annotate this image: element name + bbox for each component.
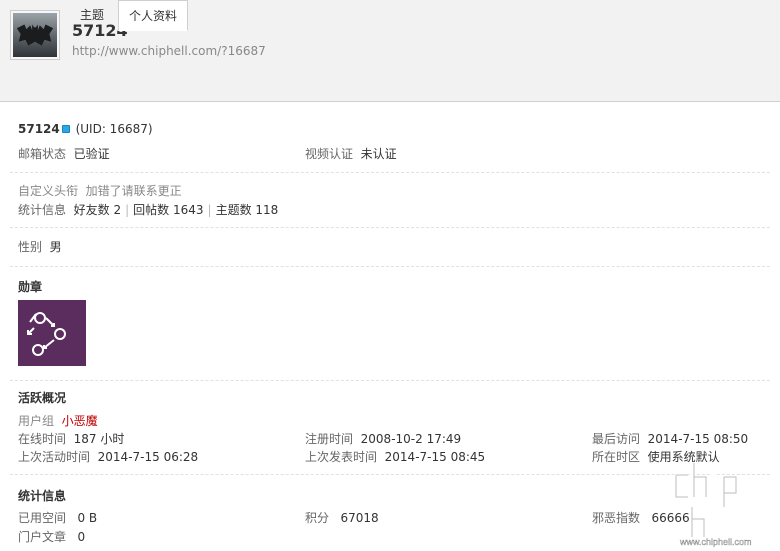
last-post-value: 2014-7-15 08:45 <box>384 450 486 464</box>
tab-topics[interactable]: 主题 <box>72 0 112 30</box>
space-url[interactable]: http://www.chiphell.com/?16687 <box>72 44 266 58</box>
used-space-label: 已用空间 <box>18 511 67 525</box>
register-time-row: 注册时间 2008-10-2 17:49 <box>305 430 461 447</box>
last-active-label: 上次活动时间 <box>18 450 91 464</box>
evil-index-label: 邪恶指数 <box>592 511 641 525</box>
profile-name-line: 57124 (UID: 16687) <box>18 122 153 136</box>
online-status-icon <box>61 125 70 133</box>
last-active-row: 上次活动时间 2014-7-15 06:28 <box>18 448 198 465</box>
last-visit-label: 最后访问 <box>592 432 641 446</box>
activity-heading: 活跃概况 <box>18 391 67 405</box>
divider <box>10 266 770 267</box>
profile-name: 57124 <box>18 122 60 136</box>
gender-row: 性别 男 <box>18 238 62 255</box>
portal-articles-row: 门户文章 0 <box>18 528 85 545</box>
points-value: 67018 <box>340 511 379 525</box>
tab-profile[interactable]: 个人资料 <box>118 0 188 31</box>
points-label: 积分 <box>305 511 330 525</box>
divider <box>10 474 770 475</box>
profile-uid: (UID: 16687) <box>75 122 153 136</box>
usergroup-label: 用户组 <box>18 414 55 428</box>
register-time-label: 注册时间 <box>305 432 354 446</box>
used-space-value: 0 B <box>77 511 98 525</box>
stats-label: 统计信息 <box>18 203 67 217</box>
divider <box>10 380 770 381</box>
gender-label: 性别 <box>18 240 43 254</box>
email-status-value: 已验证 <box>73 147 110 161</box>
divider <box>10 227 770 228</box>
video-auth-value: 未认证 <box>360 147 397 161</box>
arrows-cycle-medal-icon[interactable] <box>18 300 86 366</box>
portal-articles-value: 0 <box>77 530 86 544</box>
batman-avatar-icon <box>13 13 57 57</box>
replies-count[interactable]: 回帖数 1643 <box>133 203 203 217</box>
usergroup-link[interactable]: 小恶魔 <box>62 414 98 428</box>
email-status-label: 邮箱状态 <box>18 147 67 161</box>
video-auth-label: 视频认证 <box>305 147 354 161</box>
used-space-row: 已用空间 0 B <box>18 509 97 526</box>
last-visit-row: 最后访问 2014-7-15 08:50 <box>592 430 748 447</box>
last-active-value: 2014-7-15 06:28 <box>97 450 199 464</box>
friends-count[interactable]: 好友数 2 <box>74 203 121 217</box>
online-time-value: 187 小时 <box>73 432 125 446</box>
chiphell-watermark-logo: www.chiphell.com <box>668 455 778 547</box>
custom-title-value: 加错了请联系更正 <box>85 184 182 198</box>
online-time-label: 在线时间 <box>18 432 67 446</box>
email-status-row: 邮箱状态 已验证 <box>18 145 110 162</box>
medals-heading: 勋章 <box>18 280 43 294</box>
online-time-row: 在线时间 187 小时 <box>18 430 124 447</box>
threads-count[interactable]: 主题数 118 <box>216 203 279 217</box>
watermark-url: www.chiphell.com <box>679 537 752 547</box>
divider <box>10 172 770 173</box>
last-visit-value: 2014-7-15 08:50 <box>647 432 749 446</box>
statistics-heading: 统计信息 <box>18 489 67 503</box>
custom-title-row: 自定义头衔 加错了请联系更正 <box>18 182 182 199</box>
gender-value: 男 <box>49 240 62 254</box>
timezone-label: 所在时区 <box>592 450 641 464</box>
stats-row: 统计信息 好友数 2 | 回帖数 1643 | 主题数 118 <box>18 203 279 217</box>
profile-header: 57124 http://www.chiphell.com/?16687 主题 … <box>0 0 780 102</box>
register-time-value: 2008-10-2 17:49 <box>360 432 462 446</box>
points-row: 积分 67018 <box>305 509 379 526</box>
last-post-row: 上次发表时间 2014-7-15 08:45 <box>305 448 485 465</box>
last-post-label: 上次发表时间 <box>305 450 378 464</box>
usergroup-row: 用户组 小恶魔 <box>18 412 98 429</box>
portal-articles-label: 门户文章 <box>18 530 67 544</box>
avatar[interactable] <box>10 10 60 60</box>
custom-title-label: 自定义头衔 <box>18 184 79 198</box>
video-auth-row: 视频认证 未认证 <box>305 145 397 162</box>
